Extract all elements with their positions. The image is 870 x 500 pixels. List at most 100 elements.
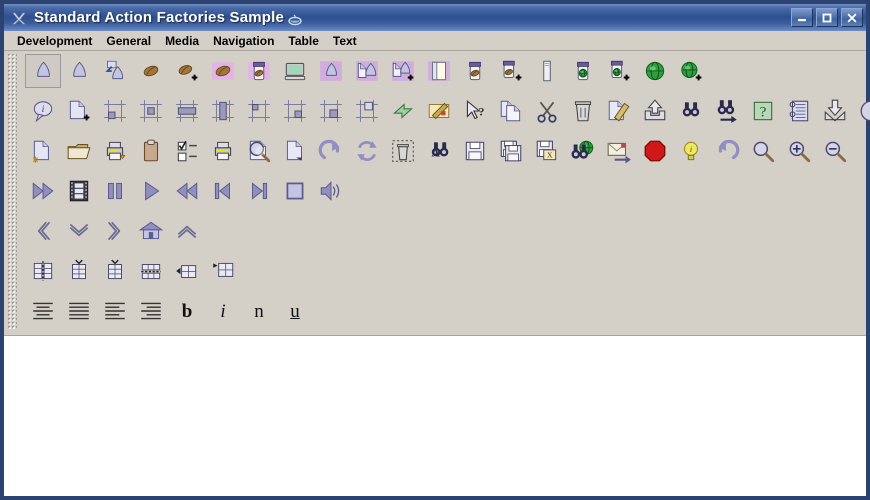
save-floppy-icon[interactable] [457, 134, 493, 168]
replace-binoculars-icon[interactable]: A [421, 134, 457, 168]
normal-icon[interactable]: n [241, 294, 277, 328]
play-icon[interactable] [133, 174, 169, 208]
align-center-text-icon[interactable] [25, 294, 61, 328]
delete-trash-icon[interactable] [565, 94, 601, 128]
open-folder-icon[interactable] [61, 134, 97, 168]
maximize-button[interactable] [816, 8, 838, 27]
apply-arrow-icon[interactable] [385, 94, 421, 128]
align-right-text-icon[interactable] [133, 294, 169, 328]
remove-trash-dashed-icon[interactable] [385, 134, 421, 168]
cut-scissors-icon[interactable] [529, 94, 565, 128]
align-horizontal-icon[interactable] [169, 94, 205, 128]
about-info-icon[interactable]: i [25, 94, 61, 128]
bold-icon[interactable]: b [169, 294, 205, 328]
zoom-magnifier-icon[interactable] [745, 134, 781, 168]
stop-octagon-icon[interactable] [637, 134, 673, 168]
align-bottom-right-icon[interactable] [277, 94, 313, 128]
jar-bean-highlight-icon[interactable] [241, 54, 277, 88]
document-page-icon[interactable] [421, 54, 457, 88]
search-web-globe-icon[interactable] [565, 134, 601, 168]
properties-checklist-icon[interactable] [169, 134, 205, 168]
rewind-icon[interactable] [169, 174, 205, 208]
save-as-floppy-icon[interactable]: X [529, 134, 565, 168]
coffee-bean-add-icon[interactable] [169, 54, 205, 88]
forward-chevron-icon[interactable] [97, 214, 133, 248]
globe-add-icon[interactable] [673, 54, 709, 88]
volume-speaker-icon[interactable] [313, 174, 349, 208]
coffee-bean-highlight-icon[interactable] [205, 54, 241, 88]
align-justify-text-icon[interactable] [61, 294, 97, 328]
align-top-right-icon[interactable] [349, 94, 385, 128]
print-preview-icon[interactable] [241, 134, 277, 168]
align-vertical-icon[interactable] [205, 94, 241, 128]
new-document-icon[interactable] [25, 134, 61, 168]
jar-globe-add-icon[interactable] [601, 54, 637, 88]
undo-arrow-icon[interactable] [709, 134, 745, 168]
column-insert-icon[interactable] [25, 254, 61, 288]
new-file-add-icon[interactable] [61, 94, 97, 128]
toolbar-drag-handle[interactable] [7, 53, 17, 329]
paste-clipboard-icon[interactable] [133, 134, 169, 168]
interface-doc-icon[interactable] [349, 54, 385, 88]
back-chevron-icon[interactable] [25, 214, 61, 248]
menu-item-media[interactable]: Media [158, 32, 206, 50]
tip-lightbulb-icon[interactable]: i [673, 134, 709, 168]
menu-item-text[interactable]: Text [326, 32, 364, 50]
find-next-icon[interactable] [709, 94, 745, 128]
minimize-button[interactable] [791, 8, 813, 27]
align-left-text-icon[interactable] [97, 294, 133, 328]
zoom-out-icon[interactable] [817, 134, 853, 168]
print-setup-icon[interactable] [205, 134, 241, 168]
up-chevron-icon[interactable] [169, 214, 205, 248]
export-upload-icon[interactable] [637, 94, 673, 128]
step-back-icon[interactable] [205, 174, 241, 208]
menu-item-navigation[interactable]: Navigation [206, 32, 281, 50]
bean-shape-icon[interactable] [61, 54, 97, 88]
align-bottom-left-icon[interactable] [97, 94, 133, 128]
home-icon[interactable] [133, 214, 169, 248]
globe-icon[interactable] [637, 54, 673, 88]
align-center-box-icon[interactable] [133, 94, 169, 128]
save-all-floppy-icon[interactable] [493, 134, 529, 168]
fast-forward-icon[interactable] [25, 174, 61, 208]
information-icon[interactable]: i [853, 94, 870, 128]
column-add-icon[interactable] [97, 254, 133, 288]
align-center-right-icon[interactable] [313, 94, 349, 128]
compose-note-icon[interactable] [421, 94, 457, 128]
jar-coffee-icon[interactable] [457, 54, 493, 88]
align-top-left-icon[interactable] [241, 94, 277, 128]
row-insert-icon[interactable] [133, 254, 169, 288]
row-delete-icon[interactable] [169, 254, 205, 288]
edit-pencil-icon[interactable] [601, 94, 637, 128]
help-question-icon[interactable]: ? [745, 94, 781, 128]
movie-film-icon[interactable] [61, 174, 97, 208]
history-list-icon[interactable] [781, 94, 817, 128]
print-icon[interactable] [97, 134, 133, 168]
zoom-in-icon[interactable] [781, 134, 817, 168]
computer-icon[interactable] [277, 54, 313, 88]
menu-item-general[interactable]: General [99, 32, 158, 50]
redo-arrow-icon[interactable] [313, 134, 349, 168]
jar-globe-icon[interactable] [565, 54, 601, 88]
refresh-arrows-icon[interactable] [349, 134, 385, 168]
interface-shape-icon[interactable] [313, 54, 349, 88]
library-bar-icon[interactable] [529, 54, 565, 88]
menu-item-table[interactable]: Table [281, 32, 325, 50]
bean-import-icon[interactable] [97, 54, 133, 88]
coffee-bean-icon[interactable] [133, 54, 169, 88]
underline-icon[interactable]: u [277, 294, 313, 328]
bean-shape-selected-icon[interactable] [25, 54, 61, 88]
copy-icon[interactable] [493, 94, 529, 128]
column-delete-icon[interactable] [61, 254, 97, 288]
new-page-corner-icon[interactable] [277, 134, 313, 168]
interface-doc-add-icon[interactable] [385, 54, 421, 88]
find-binoculars-icon[interactable] [673, 94, 709, 128]
stop-square-icon[interactable] [277, 174, 313, 208]
down-chevron-icon[interactable] [61, 214, 97, 248]
context-help-cursor-icon[interactable]: ? [457, 94, 493, 128]
step-forward-icon[interactable] [241, 174, 277, 208]
import-download-icon[interactable] [817, 94, 853, 128]
row-add-icon[interactable] [205, 254, 241, 288]
menu-item-development[interactable]: Development [10, 32, 99, 50]
jar-coffee-add-icon[interactable] [493, 54, 529, 88]
